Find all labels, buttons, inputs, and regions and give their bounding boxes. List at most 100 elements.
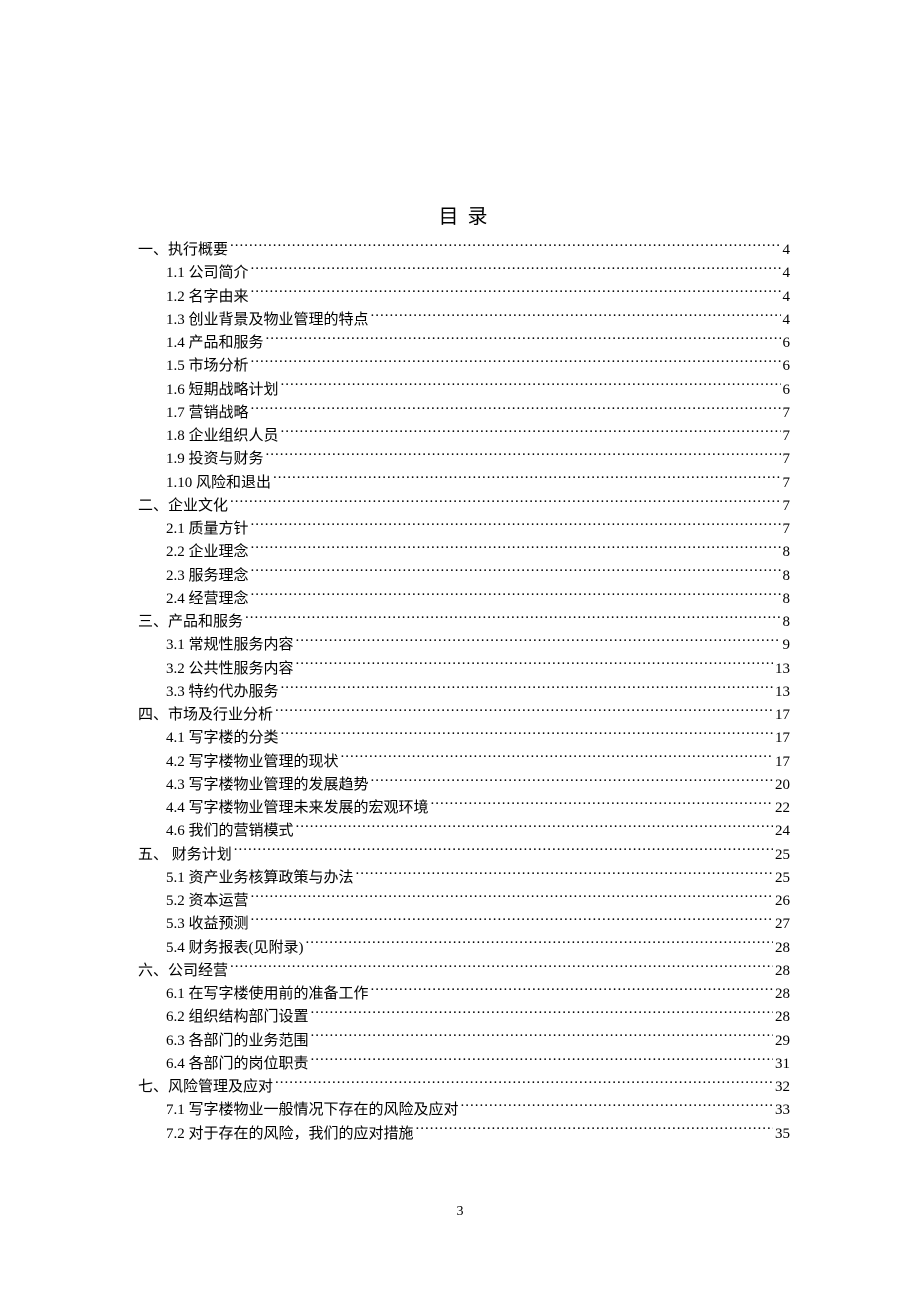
toc-entry-text: 2.2 企业理念 xyxy=(166,541,249,564)
toc-entry-page: 22 xyxy=(775,797,790,820)
toc-entry-text: 1.8 企业组织人员 xyxy=(166,425,279,448)
toc-leader xyxy=(275,704,773,719)
toc-entry-page: 8 xyxy=(783,588,791,611)
toc-leader xyxy=(416,1123,773,1138)
toc-entry-text: 7.2 对于存在的风险，我们的应对措施 xyxy=(166,1123,414,1146)
toc-entry-text: 6.1 在写字楼使用前的准备工作 xyxy=(166,983,369,1006)
toc-entry-page: 6 xyxy=(783,379,791,402)
toc-entry: 3.1 常规性服务内容 9 xyxy=(166,634,790,657)
toc-entry-text: 4.2 写字楼物业管理的现状 xyxy=(166,751,339,774)
toc-entry-text: 2.4 经营理念 xyxy=(166,588,249,611)
toc-entry: 4.3 写字楼物业管理的发展趋势 20 xyxy=(166,774,790,797)
toc-entry-text: 6.3 各部门的业务范围 xyxy=(166,1030,309,1053)
toc-entry-text: 七、风险管理及应对 xyxy=(138,1076,273,1099)
toc-leader xyxy=(230,239,780,254)
toc-entry-page: 4 xyxy=(783,262,791,285)
toc-title: 目 录 xyxy=(138,200,790,229)
toc-leader xyxy=(251,565,781,580)
toc-entry-text: 5.4 财务报表(见附录) xyxy=(166,937,304,960)
toc-list: 一、执行概要41.1 公司简介41.2 名字由来41.3 创业背景及物业管理的特… xyxy=(138,239,790,1146)
toc-entry-text: 3.1 常规性服务内容 xyxy=(166,634,294,657)
toc-entry: 1.7 营销战略7 xyxy=(166,402,790,425)
toc-leader xyxy=(281,379,781,394)
toc-leader xyxy=(245,611,780,626)
toc-leader xyxy=(356,867,773,882)
toc-entry: 四、市场及行业分析17 xyxy=(138,704,790,727)
toc-entry-page: 7 xyxy=(783,402,791,425)
toc-leader xyxy=(251,890,773,905)
toc-entry-page: 4 xyxy=(783,286,791,309)
toc-entry: 1.2 名字由来4 xyxy=(166,286,790,309)
toc-leader xyxy=(281,727,773,742)
toc-leader xyxy=(371,309,781,324)
toc-leader xyxy=(230,495,780,510)
toc-leader xyxy=(273,472,780,487)
toc-entry-text: 4.3 写字楼物业管理的发展趋势 xyxy=(166,774,369,797)
toc-entry-page: 28 xyxy=(775,937,790,960)
toc-entry-text: 3.3 特约代办服务 xyxy=(166,681,279,704)
toc-entry: 1.1 公司简介 4 xyxy=(166,262,790,285)
toc-entry: 2.2 企业理念8 xyxy=(166,541,790,564)
toc-leader xyxy=(341,751,773,766)
toc-entry-page: 7 xyxy=(783,472,791,495)
toc-entry: 5.2 资本运营 26 xyxy=(166,890,790,913)
toc-entry-page: 20 xyxy=(775,774,790,797)
toc-entry-text: 6.4 各部门的岗位职责 xyxy=(166,1053,309,1076)
toc-leader xyxy=(251,402,781,417)
toc-entry-page: 27 xyxy=(775,913,790,936)
toc-entry: 4.2 写字楼物业管理的现状 17 xyxy=(166,751,790,774)
toc-entry: 七、风险管理及应对 32 xyxy=(138,1076,790,1099)
toc-entry-page: 17 xyxy=(775,704,790,727)
toc-entry-text: 5.2 资本运营 xyxy=(166,890,249,913)
toc-leader xyxy=(281,425,781,440)
toc-entry-text: 5.1 资产业务核算政策与办法 xyxy=(166,867,354,890)
toc-entry-page: 28 xyxy=(775,983,790,1006)
toc-entry-text: 二、企业文化 xyxy=(138,495,228,518)
toc-leader xyxy=(275,1076,773,1091)
toc-entry-text: 六、公司经营 xyxy=(138,960,228,983)
toc-leader xyxy=(251,913,773,928)
toc-entry-page: 6 xyxy=(783,355,791,378)
toc-entry-text: 2.3 服务理念 xyxy=(166,565,249,588)
toc-entry: 1.5 市场分析6 xyxy=(166,355,790,378)
toc-leader xyxy=(230,960,773,975)
toc-entry-text: 4.1 写字楼的分类 xyxy=(166,727,279,750)
toc-entry: 1.9 投资与财务7 xyxy=(166,448,790,471)
toc-entry-text: 1.1 公司简介 xyxy=(166,262,249,285)
toc-leader xyxy=(311,1053,773,1068)
toc-entry-page: 17 xyxy=(775,751,790,774)
toc-leader xyxy=(266,332,781,347)
toc-entry-text: 1.10 风险和退出 xyxy=(166,472,271,495)
toc-entry-page: 33 xyxy=(775,1099,790,1122)
toc-entry-page: 9 xyxy=(783,634,791,657)
toc-entry-text: 三、产品和服务 xyxy=(138,611,243,634)
toc-leader xyxy=(251,262,781,277)
toc-leader xyxy=(251,541,781,556)
toc-leader xyxy=(266,448,781,463)
toc-entry: 1.3 创业背景及物业管理的特点4 xyxy=(166,309,790,332)
toc-entry-page: 31 xyxy=(775,1053,790,1076)
toc-entry: 三、产品和服务8 xyxy=(138,611,790,634)
toc-entry-page: 7 xyxy=(783,425,791,448)
toc-entry: 5.1 资产业务核算政策与办法25 xyxy=(166,867,790,890)
toc-entry: 六、公司经营28 xyxy=(138,960,790,983)
toc-entry-page: 32 xyxy=(775,1076,790,1099)
toc-leader xyxy=(251,588,781,603)
toc-leader xyxy=(461,1099,773,1114)
toc-entry-page: 26 xyxy=(775,890,790,913)
toc-leader xyxy=(296,634,781,649)
toc-entry-page: 24 xyxy=(775,820,790,843)
toc-entry-page: 17 xyxy=(775,727,790,750)
toc-entry-page: 7 xyxy=(783,518,791,541)
toc-entry-text: 4.4 写字楼物业管理未来发展的宏观环境 xyxy=(166,797,429,820)
toc-entry: 6.4 各部门的岗位职责 31 xyxy=(166,1053,790,1076)
toc-entry: 1.4 产品和服务 6 xyxy=(166,332,790,355)
toc-entry-page: 29 xyxy=(775,1030,790,1053)
toc-entry-page: 6 xyxy=(783,332,791,355)
toc-leader xyxy=(431,797,773,812)
toc-entry-page: 35 xyxy=(775,1123,790,1146)
toc-leader xyxy=(251,355,781,370)
toc-entry-text: 1.4 产品和服务 xyxy=(166,332,264,355)
toc-entry-text: 5.3 收益预测 xyxy=(166,913,249,936)
toc-leader xyxy=(371,983,773,998)
